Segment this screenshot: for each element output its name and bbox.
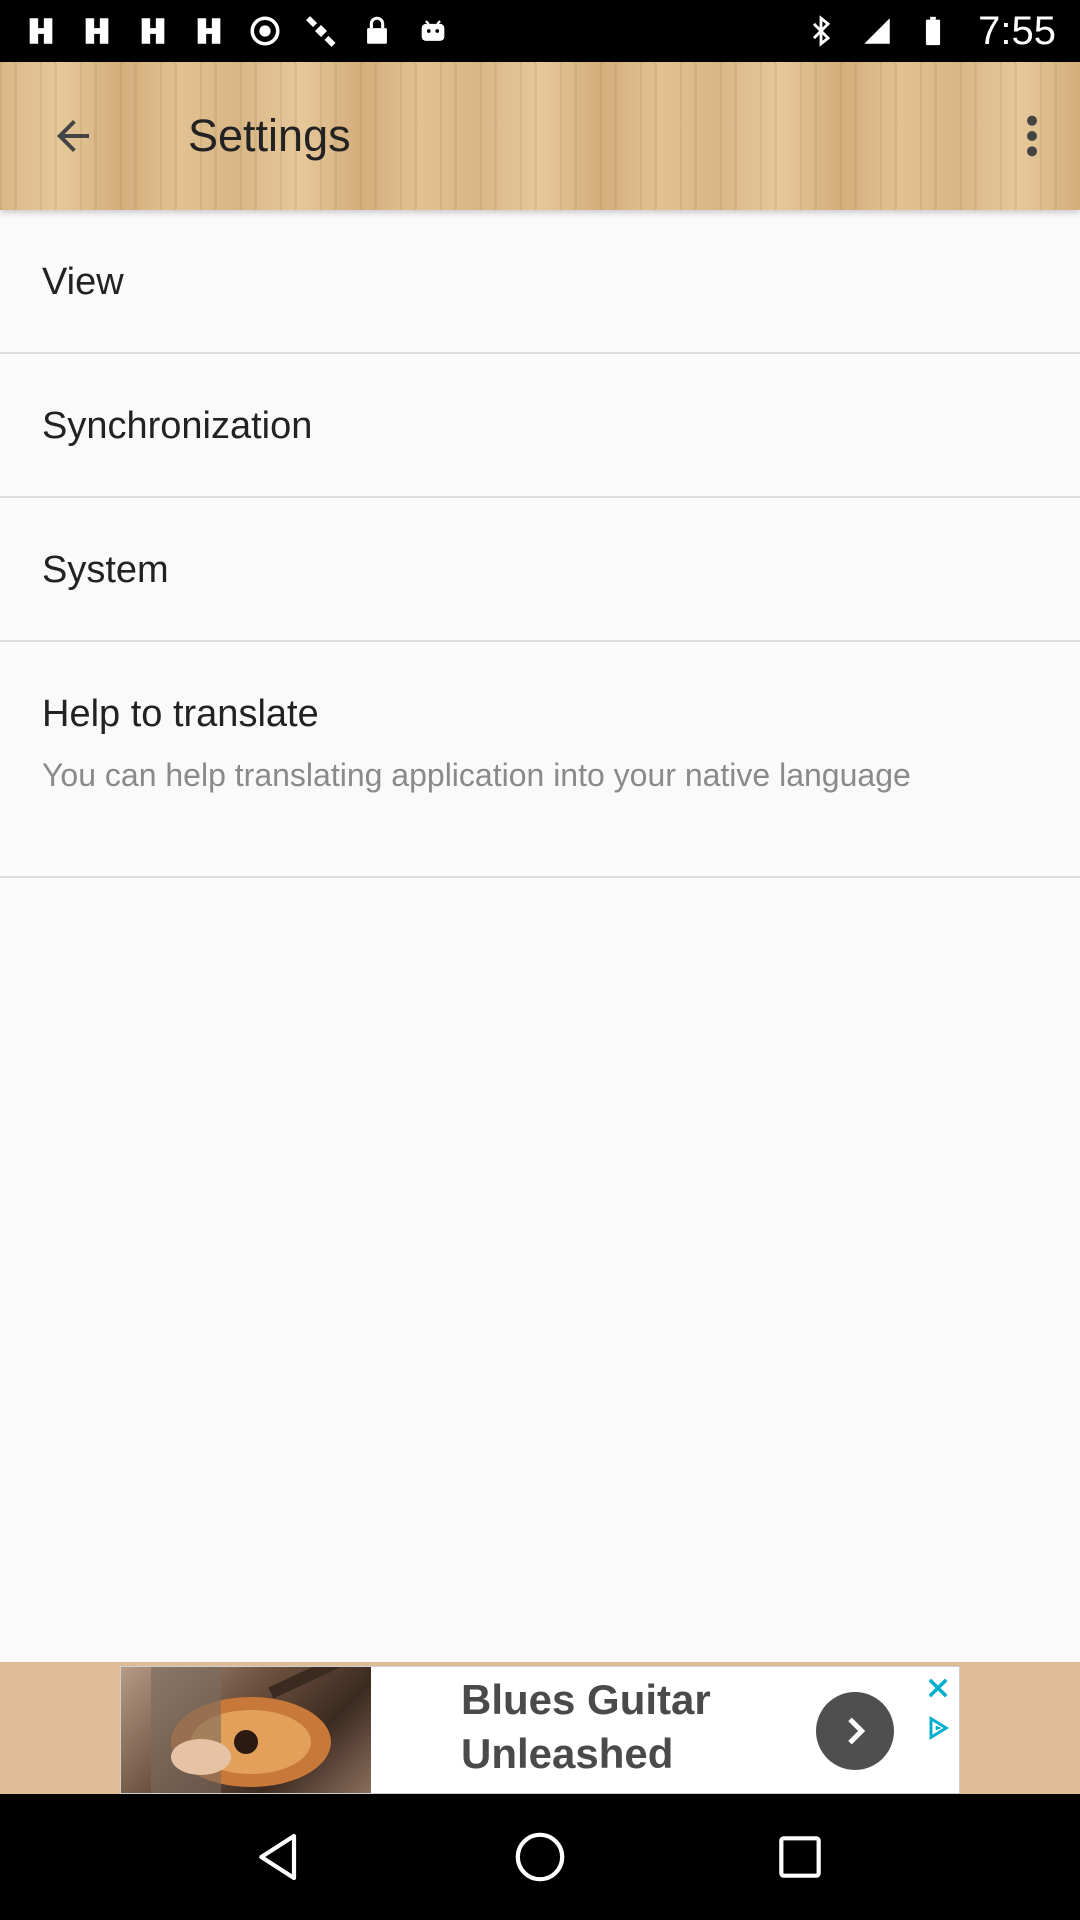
ad-image [121,1667,371,1793]
status-left-icons [24,14,450,48]
chevron-right-icon [848,1717,866,1745]
more-vert-icon [1027,115,1037,157]
status-bar: 7:55 [0,0,1080,62]
settings-item-view[interactable]: View [0,210,1080,354]
navigation-bar [0,1794,1080,1920]
ad-text: Blues Guitar Unleashed [461,1676,711,1777]
app-bar: Settings [0,62,1080,210]
settings-item-synchronization[interactable]: Synchronization [0,354,1080,498]
settings-list: View Synchronization System Help to tran… [0,210,1080,878]
ad-open-button[interactable] [816,1692,894,1770]
close-icon [928,1678,948,1698]
settings-item-label: System [42,549,169,591]
settings-item-label: Synchronization [42,405,313,447]
circle-notification-icon [248,14,282,48]
settings-item-system[interactable]: System [0,498,1080,642]
signal-icon [860,14,894,48]
ad-choices-button[interactable] [921,1711,955,1745]
status-time: 7:55 [978,8,1056,53]
triangle-back-icon [259,1833,297,1881]
page-title: Settings [188,110,351,161]
nav-back-button[interactable] [245,1822,315,1892]
overflow-menu-button[interactable] [1012,106,1052,166]
circle-home-icon [515,1832,565,1882]
nav-home-button[interactable] [505,1822,575,1892]
nav-recents-button[interactable] [765,1822,835,1892]
settings-item-help-to-translate[interactable]: Help to translate You can help translati… [0,642,1080,878]
android-icon [416,14,450,48]
satellite-icon [304,14,338,48]
notification-icon [136,14,170,48]
lock-icon [360,14,394,48]
settings-item-label: Help to translate [42,693,319,735]
bluetooth-icon [804,14,838,48]
ad-area: Blues Guitar Unleashed [0,1662,1080,1794]
status-right-icons: 7:55 [804,9,1056,54]
notification-icon [192,14,226,48]
ad-choices-icon [929,1716,949,1740]
arrow-back-icon [57,120,89,152]
battery-icon [916,14,950,48]
square-recents-icon [779,1836,821,1878]
back-button[interactable] [38,106,108,166]
settings-item-label: View [42,261,124,303]
ad-banner[interactable]: Blues Guitar Unleashed [120,1666,960,1794]
notification-icon [80,14,114,48]
ad-close-button[interactable] [921,1671,955,1705]
notification-icon [24,14,58,48]
settings-item-summary: You can help translating application int… [42,757,911,793]
